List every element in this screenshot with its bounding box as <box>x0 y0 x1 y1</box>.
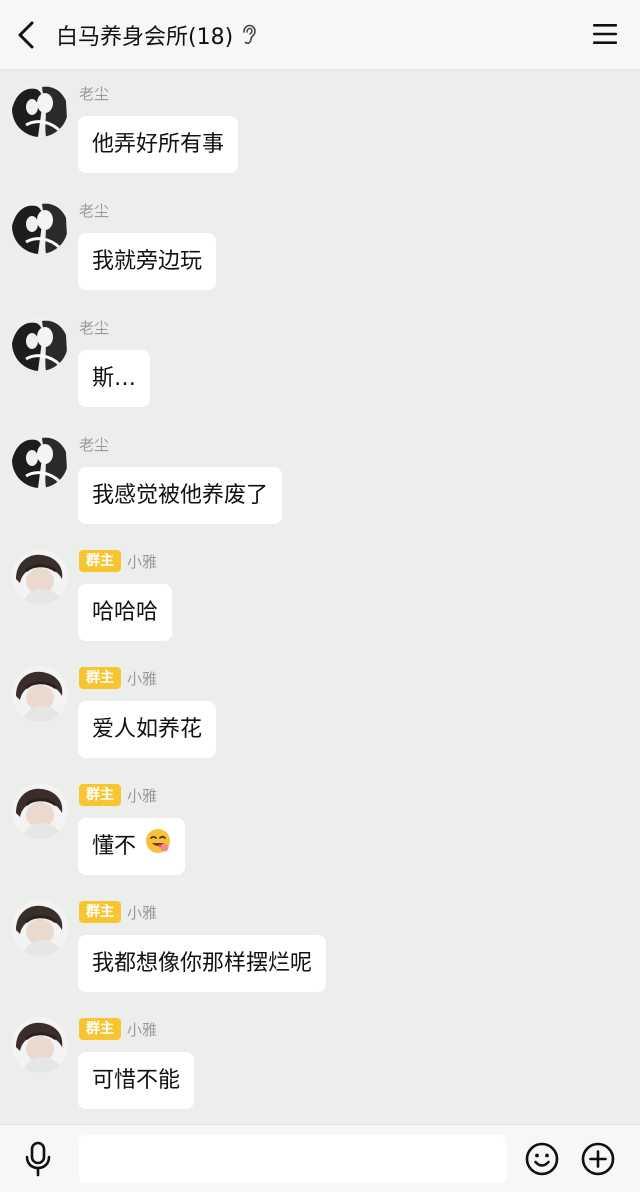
avatar[interactable] <box>12 315 68 371</box>
plus-circle-icon <box>581 1142 615 1176</box>
message-bubble[interactable]: 懂不 <box>78 818 186 876</box>
message-input[interactable] <box>79 1135 506 1183</box>
message-text: 爱人如养花 <box>92 717 203 742</box>
voice-button[interactable] <box>22 1141 54 1177</box>
avatar[interactable] <box>12 900 68 956</box>
avatar[interactable] <box>12 432 68 488</box>
message-text: 我都想像你那样摆烂呢 <box>92 951 313 976</box>
manga-avatar-icon <box>12 198 68 254</box>
sender-name: 小雅 <box>127 903 158 922</box>
sender-name: 老尘 <box>79 201 110 220</box>
owner-badge: 群主 <box>79 1018 121 1040</box>
message-bubble[interactable]: 可惜不能 <box>78 1052 195 1109</box>
sender-name: 小雅 <box>127 552 158 571</box>
sender-name: 老尘 <box>79 318 110 337</box>
avatar[interactable] <box>12 1017 68 1073</box>
message-item: 老尘 他弄好所有事 <box>0 70 640 187</box>
message-item: 群主 小雅 哈哈哈 <box>0 538 640 655</box>
sender-name: 老尘 <box>79 84 110 103</box>
message-bubble[interactable]: 斯… <box>78 350 151 407</box>
message-bubble[interactable]: 我就旁边玩 <box>78 233 217 290</box>
message-meta: 群主 小雅 <box>79 901 157 923</box>
girl-avatar-icon <box>12 1017 68 1073</box>
sender-name: 小雅 <box>127 786 158 805</box>
message-text: 我感觉被他养废了 <box>92 483 269 508</box>
message-meta: 群主 小雅 <box>79 550 157 572</box>
message-bubble[interactable]: 爱人如养花 <box>78 701 217 758</box>
girl-avatar-icon <box>12 549 68 605</box>
menu-button[interactable] <box>592 22 618 46</box>
message-meta: 老尘 <box>79 82 109 104</box>
more-button[interactable] <box>581 1142 615 1176</box>
message-item: 老尘 我感觉被他养废了 <box>0 421 640 538</box>
message-item: 群主 小雅 懂不 <box>0 772 640 889</box>
hamburger-menu-icon <box>593 24 617 44</box>
message-text: 我就旁边玩 <box>92 249 203 274</box>
message-item: 群主 小雅 爱人如养花 <box>0 655 640 772</box>
avatar[interactable] <box>12 81 68 137</box>
message-list[interactable]: 老尘 他弄好所有事 老尘 我就旁边玩 老尘 斯… 老尘 我感觉被他养废了 群主 … <box>0 70 640 1124</box>
manga-avatar-icon <box>12 432 68 488</box>
message-item: 老尘 斯… <box>0 304 640 421</box>
message-text: 斯… <box>92 366 137 391</box>
avatar[interactable] <box>12 198 68 254</box>
message-item: 群主 小雅 我都想像你那样摆烂呢 <box>0 889 640 1006</box>
chevron-left-icon <box>18 21 34 49</box>
girl-avatar-icon <box>12 900 68 956</box>
girl-avatar-icon <box>12 666 68 722</box>
message-bubble[interactable]: 我都想像你那样摆烂呢 <box>78 935 327 992</box>
message-meta: 老尘 <box>79 316 109 338</box>
avatar[interactable] <box>12 783 68 839</box>
chat-title-wrap: 白马养身会所(18) <box>56 0 257 70</box>
message-bubble[interactable]: 哈哈哈 <box>78 584 173 641</box>
message-bubble[interactable]: 我感觉被他养废了 <box>78 467 283 524</box>
yum-face-emoji-icon <box>145 819 171 876</box>
owner-badge: 群主 <box>79 550 121 572</box>
sender-name: 老尘 <box>79 435 110 454</box>
header-bar: 白马养身会所(18) <box>0 0 640 70</box>
message-item: 老尘 我就旁边玩 <box>0 187 640 304</box>
sender-name: 小雅 <box>127 1020 158 1039</box>
manga-avatar-icon <box>12 315 68 371</box>
sender-name: 小雅 <box>127 669 158 688</box>
avatar[interactable] <box>12 666 68 722</box>
message-item: 群主 小雅 可惜不能 <box>0 1006 640 1123</box>
owner-badge: 群主 <box>79 784 121 806</box>
owner-badge: 群主 <box>79 901 121 923</box>
message-text: 哈哈哈 <box>92 600 159 625</box>
avatar[interactable] <box>12 549 68 605</box>
message-meta: 老尘 <box>79 199 109 221</box>
message-meta: 老尘 <box>79 433 109 455</box>
chat-title: 白马养身会所(18) <box>56 25 234 50</box>
message-bubble[interactable]: 他弄好所有事 <box>78 116 239 173</box>
girl-avatar-icon <box>12 783 68 839</box>
input-bar <box>0 1124 640 1192</box>
owner-badge: 群主 <box>79 667 121 689</box>
emoji-button[interactable] <box>525 1142 559 1176</box>
message-text: 他弄好所有事 <box>92 132 225 157</box>
message-meta: 群主 小雅 <box>79 667 157 689</box>
manga-avatar-icon <box>12 81 68 137</box>
ear-icon <box>241 24 257 46</box>
message-meta: 群主 小雅 <box>79 1018 157 1040</box>
smiley-icon <box>525 1142 559 1176</box>
microphone-icon <box>25 1141 51 1177</box>
chat-screen: 白马养身会所(18) 老尘 他弄好所有事 老尘 我就旁边玩 老尘 斯… 老尘 我… <box>0 0 640 1192</box>
message-text: 可惜不能 <box>92 1068 181 1093</box>
message-meta: 群主 小雅 <box>79 784 157 806</box>
back-button[interactable] <box>10 17 44 53</box>
message-text: 懂不 <box>92 834 137 859</box>
